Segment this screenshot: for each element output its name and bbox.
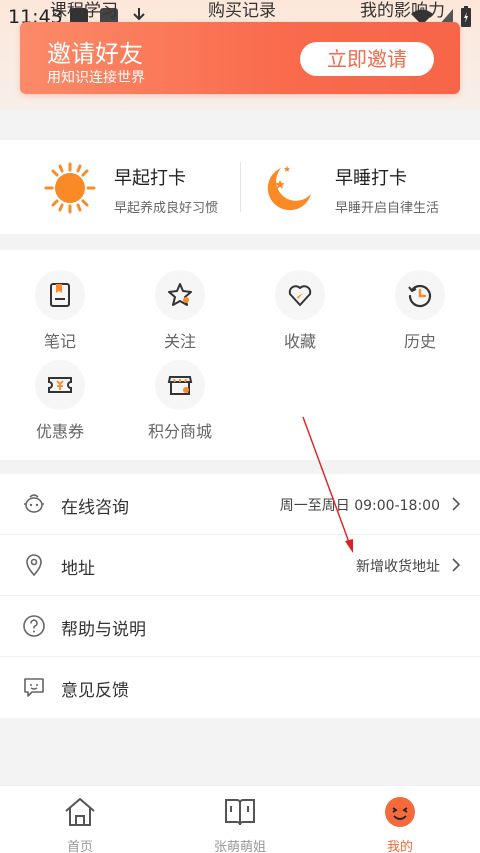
early-sleep-subtitle: 早睡开启自律生活 [335, 201, 440, 216]
early-rise-title: 早起打卡 [114, 168, 186, 189]
consult-hours: 周一至周日 09:00-18:00 [279, 498, 440, 514]
smiley-icon [385, 797, 415, 827]
history-icon [408, 284, 432, 308]
history-icon-bg [395, 270, 445, 320]
grid-item-favorites[interactable]: 收藏 [250, 270, 350, 352]
notes-icon-bg [35, 270, 85, 320]
early-rise-punch[interactable]: 早起打卡 早起养成良好习惯 [0, 140, 240, 234]
tab-peek-center[interactable]: 购买记录 [208, 0, 276, 21]
invite-now-button[interactable]: 立即邀请 [300, 42, 434, 76]
home-icon [65, 798, 95, 826]
grid-item-follow[interactable]: 关注 [130, 270, 230, 352]
feature-grid: 笔记 关注 收藏 历史 优惠券 积分商城 [0, 250, 480, 460]
location-icon [26, 554, 42, 577]
list-label-address: 地址 [61, 559, 95, 579]
grid-label-coupons: 优惠券 [35, 422, 84, 441]
bottom-tab-bar: 首页 张萌萌姐 我的 [0, 785, 480, 853]
grid-item-history[interactable]: 历史 [370, 270, 470, 352]
tab-mine[interactable]: 我的 [350, 796, 450, 853]
favorites-icon-bg [275, 270, 325, 320]
tab-peek-left[interactable]: 课程学习 [50, 0, 118, 21]
list-item-address[interactable]: 地址 新增收货地址 [0, 535, 480, 596]
list-item-feedback[interactable]: 意见反馈 [0, 657, 480, 718]
follow-icon-bg [155, 270, 205, 320]
add-address-text: 新增收货地址 [356, 559, 440, 575]
grid-label-notes: 笔记 [43, 332, 76, 351]
list-label-online-consult: 在线咨询 [61, 498, 129, 518]
list-item-help[interactable]: 帮助与说明 [0, 596, 480, 657]
moon-icon [267, 166, 311, 211]
early-sleep-punch[interactable]: 早睡打卡 早睡开启自律生活 [241, 140, 480, 234]
points-mall-icon-bg [155, 360, 205, 410]
help-icon [23, 615, 45, 637]
grid-label-follow: 关注 [163, 332, 196, 351]
chevron-right-icon [452, 558, 461, 572]
grid-item-notes[interactable]: 笔记 [10, 270, 110, 352]
favorite-heart-icon [288, 285, 312, 306]
sun-icon [44, 162, 96, 214]
invite-banner[interactable]: 邀请好友 用知识连接世界 立即邀请 [20, 22, 460, 94]
tab-home[interactable]: 首页 [30, 796, 130, 853]
settings-list: 在线咨询 周一至周日 09:00-18:00 地址 新增收货地址 帮助与说明 意… [0, 474, 480, 718]
coupons-icon-bg [35, 360, 85, 410]
grid-label-points-mall: 积分商城 [147, 422, 212, 441]
tab-label-home: 首页 [66, 840, 93, 853]
book-icon [225, 799, 255, 826]
coupon-icon [48, 377, 72, 393]
tab-label-mine: 我的 [386, 840, 413, 853]
star-icon [168, 283, 192, 306]
tab-label-zhangmeng: 张萌萌姐 [213, 840, 266, 853]
invite-subtitle: 用知识连接世界 [47, 70, 145, 86]
battery-icon [461, 6, 471, 27]
grid-item-points-mall[interactable]: 积分商城 [130, 360, 230, 442]
list-item-online-consult[interactable]: 在线咨询 周一至周日 09:00-18:00 [0, 474, 480, 535]
grid-item-coupons[interactable]: 优惠券 [10, 360, 110, 442]
grid-label-history: 历史 [403, 332, 436, 351]
customer-service-icon [24, 494, 44, 513]
chevron-right-icon [452, 497, 461, 511]
punch-card-section: 早起打卡 早起养成良好习惯 早睡打卡 早睡开启自律生活 [0, 140, 480, 234]
feedback-icon [24, 678, 44, 697]
list-label-help: 帮助与说明 [61, 620, 146, 640]
shop-icon [167, 376, 193, 395]
early-rise-subtitle: 早起养成良好习惯 [114, 201, 219, 216]
early-sleep-title: 早睡打卡 [335, 168, 407, 189]
tab-zhangmeng[interactable]: 张萌萌姐 [190, 796, 290, 853]
grid-label-favorites: 收藏 [283, 332, 316, 351]
list-label-feedback: 意见反馈 [61, 681, 129, 701]
notebook-icon [50, 283, 70, 307]
invite-title: 邀请好友 [47, 40, 143, 68]
